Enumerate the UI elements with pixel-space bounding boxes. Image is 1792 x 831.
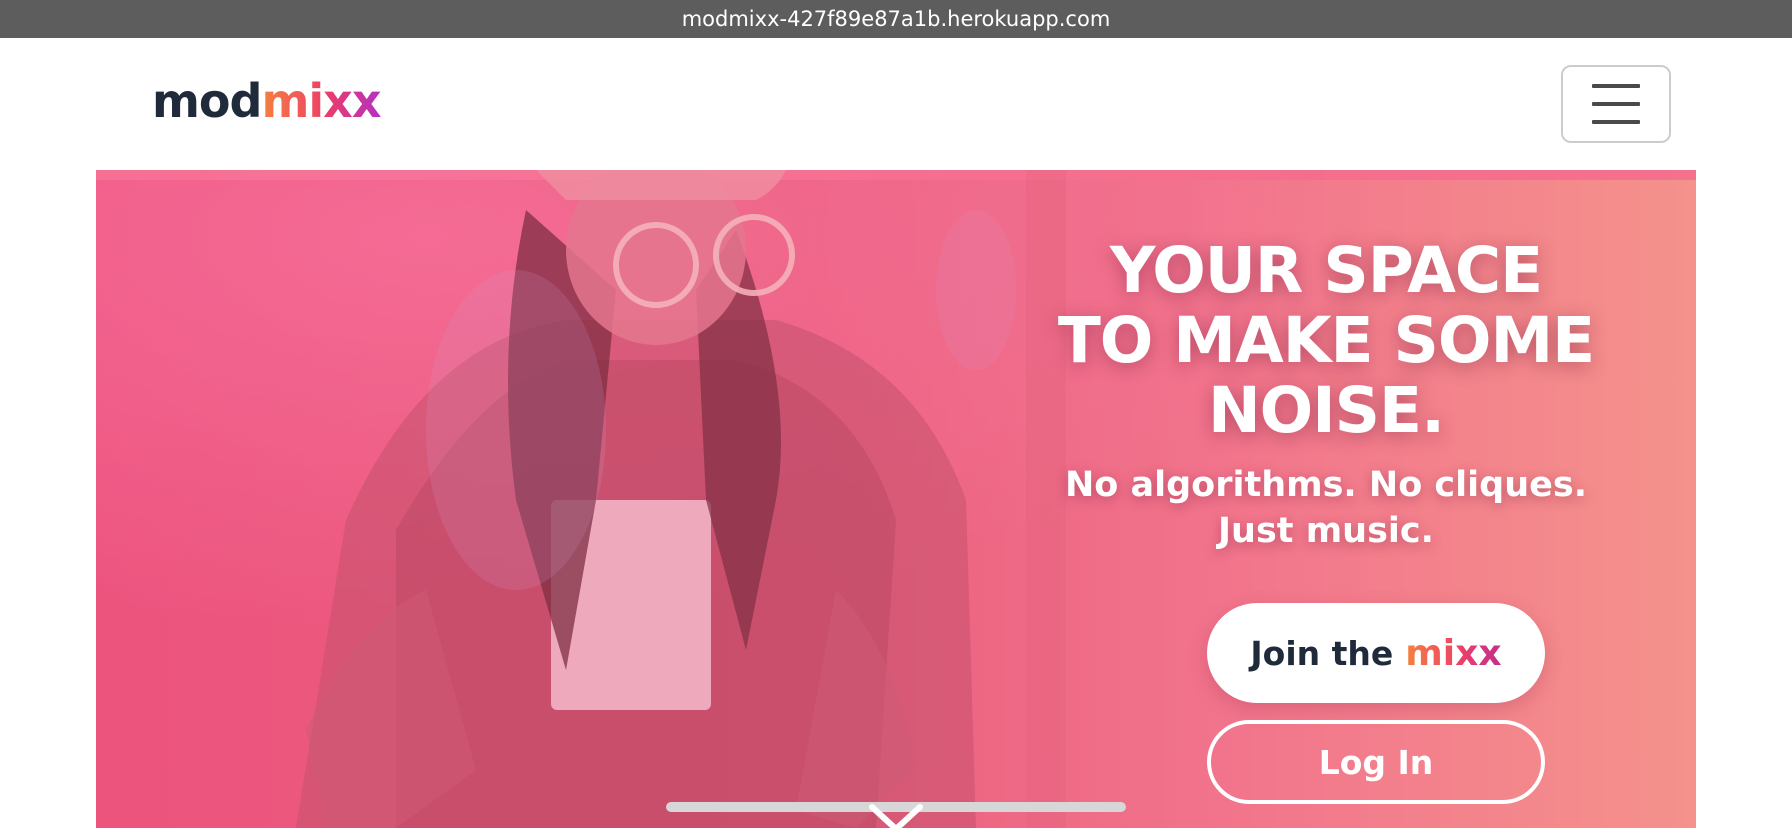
subhead-line-1: No algorithms. No cliques. [1064, 465, 1588, 505]
log-in-button-label: Log In [1318, 742, 1434, 782]
chevron-down-icon[interactable] [868, 803, 924, 831]
hamburger-menu-icon-bar-2 [1592, 102, 1640, 106]
browser-url-bar[interactable]: modmixx-427f89e87a1b.herokuapp.com [0, 0, 1792, 38]
hero-section: YOUR SPACE TO MAKE SOME NOISE. No algori… [96, 170, 1696, 828]
url-text: modmixx-427f89e87a1b.herokuapp.com [681, 7, 1111, 31]
logo-text-mod: mod [152, 74, 262, 128]
hamburger-menu-icon [1592, 84, 1640, 88]
top-navbar: modmixx [96, 38, 1696, 170]
log-in-button[interactable]: Log In [1207, 720, 1545, 804]
hero-headline: YOUR SPACE TO MAKE SOME NOISE. [1057, 234, 1595, 447]
join-the-mixx-button[interactable]: Join the mixx [1207, 603, 1545, 703]
brand-logo[interactable]: modmixx [152, 78, 382, 124]
join-button-brand: mixx [1405, 632, 1502, 674]
hero-subhead: No algorithms. No cliques. Just music. [1056, 462, 1596, 554]
hamburger-menu-icon-bar-3 [1592, 120, 1640, 124]
subhead-line-2: Just music. [1218, 511, 1434, 551]
hamburger-menu-button[interactable] [1561, 65, 1671, 143]
logo-text-mixx: mixx [261, 74, 381, 128]
join-button-prefix: Join the [1250, 633, 1394, 673]
